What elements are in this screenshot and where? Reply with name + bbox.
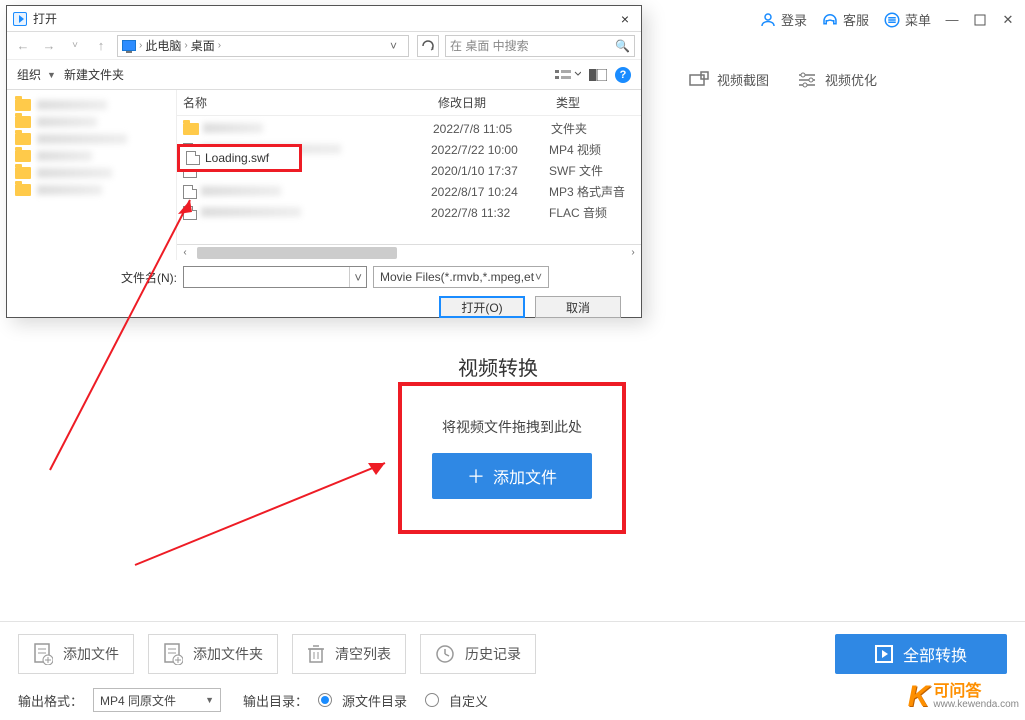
watermark-url: www.kewenda.com: [933, 700, 1019, 710]
dialog-title: 打开: [33, 10, 57, 27]
plus-icon: ＋: [467, 463, 485, 489]
refresh-icon: [422, 40, 434, 52]
screenshot-icon: [689, 71, 709, 89]
drop-zone[interactable]: 将视频文件拖拽到此处 ＋ 添加文件: [398, 382, 626, 534]
watermark: K 可问答 www.kewenda.com: [908, 680, 1019, 714]
breadcrumb[interactable]: › 此电脑 › 桌面 › ˅: [117, 35, 409, 57]
chevron-down-icon: ˅: [535, 270, 542, 284]
output-format-label: 输出格式：: [18, 691, 83, 710]
cancel-button[interactable]: 取消: [535, 296, 621, 318]
video-screenshot-button[interactable]: 视频截图: [689, 70, 769, 89]
breadcrumb-desktop[interactable]: 桌面: [191, 37, 215, 54]
header-name[interactable]: 名称: [183, 94, 438, 111]
header-type[interactable]: 类型: [556, 94, 631, 111]
radio-custom-label: 自定义: [449, 691, 488, 710]
new-folder-button[interactable]: 新建文件夹: [64, 66, 124, 83]
sep-icon: ›: [139, 40, 142, 51]
bottom-add-file-button[interactable]: 添加文件: [18, 634, 134, 674]
video-optimize-button[interactable]: 视频优化: [797, 70, 877, 89]
menu-icon: [883, 11, 901, 29]
nav-back[interactable]: ←: [13, 36, 33, 56]
search-placeholder: 在 桌面 中搜索: [450, 37, 529, 54]
preview-pane-button[interactable]: [589, 69, 607, 81]
radio-source-label: 源文件目录: [342, 691, 407, 710]
filename-label: 文件名(N):: [17, 269, 177, 286]
chevron-down-icon[interactable]: ˅: [390, 39, 404, 53]
selected-file-highlight[interactable]: Loading.swf: [177, 144, 302, 172]
search-input[interactable]: 在 桌面 中搜索 🔍: [445, 35, 635, 57]
window-minimize[interactable]: —: [945, 13, 959, 27]
bottom-add-folder-button[interactable]: 添加文件夹: [148, 634, 278, 674]
radio-custom-dir[interactable]: [425, 693, 439, 707]
window-close[interactable]: ✕: [1001, 13, 1015, 27]
file-icon: [186, 151, 200, 165]
user-icon: [759, 11, 777, 29]
open-button[interactable]: 打开(O): [439, 296, 525, 318]
folder-plus-icon: [163, 643, 183, 665]
watermark-brand: 可问答: [933, 684, 1019, 700]
screenshot-label: 视频截图: [717, 70, 769, 89]
app-icon: [13, 12, 27, 26]
header-date[interactable]: 修改日期: [438, 94, 556, 111]
bottom-toolbar: 添加文件 添加文件夹 清空列表 历史记录 全部转换 输出格式： MP4 同原文件…: [0, 621, 1025, 720]
help-button[interactable]: ?: [615, 67, 631, 83]
support-button[interactable]: 客服: [821, 10, 869, 29]
dialog-close-button[interactable]: ×: [615, 11, 635, 27]
refresh-button[interactable]: [417, 35, 439, 57]
file-plus-icon: [33, 643, 53, 665]
horizontal-scrollbar[interactable]: ‹ ›: [177, 244, 641, 260]
login-label: 登录: [781, 10, 807, 29]
file-row[interactable]: 2022/8/17 10:24MP3 格式声音: [183, 181, 635, 202]
trash-icon: [307, 644, 325, 664]
scroll-left-icon[interactable]: ‹: [177, 247, 193, 258]
breadcrumb-pc[interactable]: 此电脑: [145, 37, 181, 54]
output-dir-label: 输出目录：: [243, 691, 308, 710]
menu-button[interactable]: 菜单: [883, 10, 931, 29]
clear-list-button[interactable]: 清空列表: [292, 634, 406, 674]
clock-icon: [435, 644, 455, 664]
drop-hint: 将视频文件拖拽到此处: [442, 417, 582, 437]
file-row[interactable]: 2022/7/8 11:05文件夹: [183, 118, 635, 139]
radio-source-dir[interactable]: [318, 693, 332, 707]
headset-icon: [821, 11, 839, 29]
organize-menu[interactable]: 组织▼: [17, 66, 56, 83]
nav-forward[interactable]: →: [39, 36, 59, 56]
folder-tree[interactable]: [7, 90, 177, 260]
sliders-icon: [797, 71, 817, 89]
filename-dropdown-icon[interactable]: ˅: [349, 267, 366, 287]
history-button[interactable]: 历史记录: [420, 634, 536, 674]
add-file-label: 添加文件: [493, 464, 557, 488]
section-heading: 视频转换: [458, 352, 538, 381]
scroll-thumb[interactable]: [197, 247, 397, 259]
add-file-button[interactable]: ＋ 添加文件: [432, 453, 592, 499]
logo-icon: K: [908, 680, 930, 714]
annotation-arrow: [130, 445, 410, 575]
search-icon: 🔍: [615, 39, 630, 53]
output-format-select[interactable]: MP4 同原文件 ▼: [93, 688, 221, 712]
pc-icon: [122, 40, 136, 51]
menu-label: 菜单: [905, 10, 931, 29]
convert-all-button[interactable]: 全部转换: [835, 634, 1007, 674]
nav-up[interactable]: ↑: [91, 36, 111, 56]
scroll-right-icon[interactable]: ›: [625, 247, 641, 258]
file-row[interactable]: 2022/7/8 11:32FLAC 音频: [183, 202, 635, 223]
support-label: 客服: [843, 10, 869, 29]
play-icon: [875, 645, 893, 663]
optimize-label: 视频优化: [825, 70, 877, 89]
filetype-filter[interactable]: Movie Files(*.rmvb,*.mpeg,et˅: [373, 266, 549, 288]
window-maximize[interactable]: [973, 13, 987, 27]
login-button[interactable]: 登录: [759, 10, 807, 29]
filename-input[interactable]: ˅: [183, 266, 367, 288]
chevron-down-icon: ▼: [205, 695, 214, 705]
selected-file-name: Loading.swf: [205, 151, 269, 165]
file-open-dialog: 打开 × ← → ˅ ↑ › 此电脑 › 桌面 › ˅ 在 桌面 中搜索 🔍 组…: [6, 5, 642, 318]
nav-recent-dropdown[interactable]: ˅: [65, 36, 85, 56]
view-mode-button[interactable]: [555, 68, 581, 82]
